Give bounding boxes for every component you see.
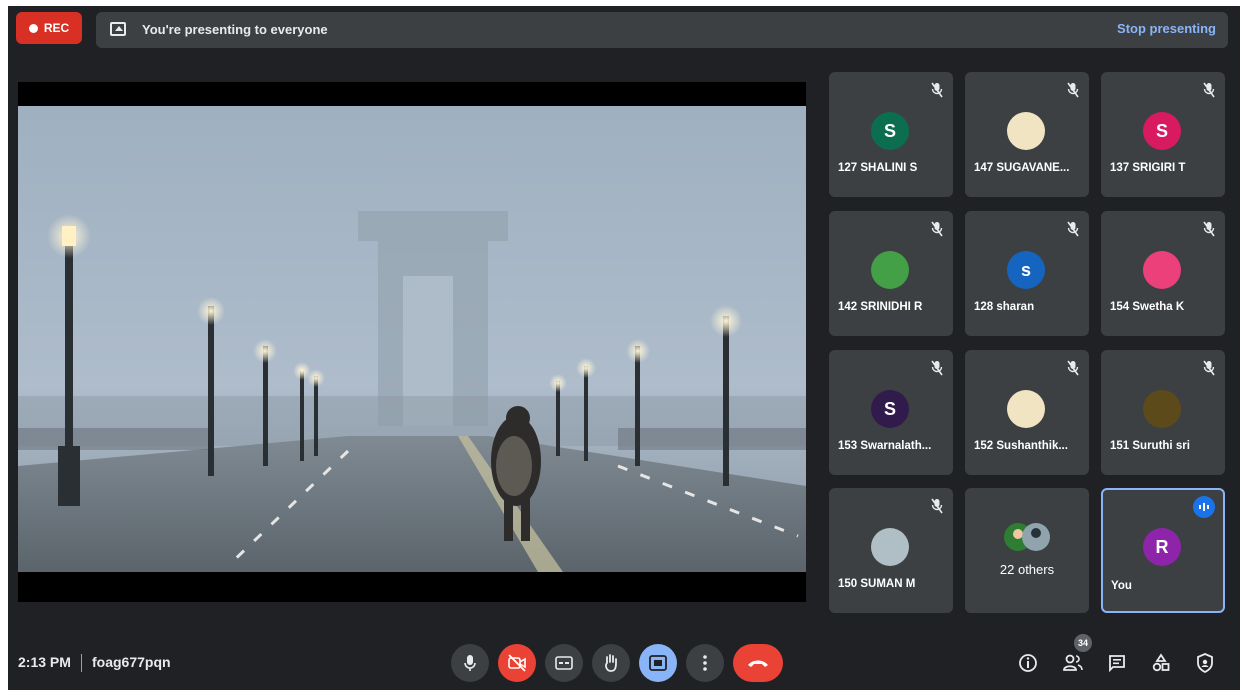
participant-avatar: s bbox=[1007, 251, 1045, 289]
mic-muted-icon bbox=[931, 360, 943, 376]
people-button[interactable] bbox=[1060, 650, 1086, 676]
participant-avatar bbox=[1007, 112, 1045, 150]
participant-name: 142 SRINIDHI R bbox=[838, 301, 923, 313]
participant-avatar bbox=[1143, 251, 1181, 289]
participant-avatar bbox=[871, 528, 909, 566]
participant-count-badge: 34 bbox=[1074, 634, 1092, 652]
participant-avatar bbox=[871, 251, 909, 289]
activities-icon bbox=[1152, 653, 1170, 672]
presenting-text: You're presenting to everyone bbox=[142, 22, 328, 37]
participant-name: 153 Swarnalath... bbox=[838, 440, 932, 452]
mic-muted-icon bbox=[931, 498, 943, 514]
leave-call-button[interactable] bbox=[733, 644, 783, 682]
others-avatars-icon bbox=[1004, 523, 1050, 551]
mic-muted-icon bbox=[1067, 360, 1079, 376]
others-count-label: 22 others bbox=[999, 562, 1055, 577]
participant-tile[interactable]: 150 SUMAN M bbox=[829, 488, 953, 613]
participant-tile[interactable]: 154 Swetha K bbox=[1101, 211, 1225, 336]
more-options-button[interactable] bbox=[686, 644, 724, 682]
self-tile[interactable]: R You bbox=[1101, 488, 1225, 613]
mic-muted-icon bbox=[931, 221, 943, 237]
chat-icon bbox=[1109, 655, 1125, 672]
present-screen-icon bbox=[649, 655, 667, 671]
divider bbox=[81, 654, 82, 672]
participant-name: 128 sharan bbox=[974, 301, 1035, 313]
participant-name: 154 Swetha K bbox=[1110, 301, 1185, 313]
info-icon bbox=[1019, 654, 1037, 672]
microphone-icon bbox=[464, 655, 476, 671]
stop-presenting-button[interactable]: Stop presenting bbox=[1117, 21, 1216, 36]
meeting-code: foag677pqn bbox=[92, 654, 171, 670]
microphone-button[interactable] bbox=[451, 644, 489, 682]
camera-off-button[interactable] bbox=[498, 644, 536, 682]
participant-name: 152 Sushanthik... bbox=[974, 440, 1068, 452]
mic-muted-icon bbox=[1203, 82, 1215, 98]
participant-avatar bbox=[1007, 390, 1045, 428]
chat-button[interactable] bbox=[1104, 650, 1130, 676]
participant-tile[interactable]: 152 Sushanthik... bbox=[965, 350, 1089, 475]
shared-screen-image bbox=[18, 106, 806, 572]
participant-tile[interactable]: S 137 SRIGIRI T bbox=[1101, 72, 1225, 197]
captions-button[interactable] bbox=[545, 644, 583, 682]
meeting-time: 2:13 PM bbox=[18, 654, 71, 670]
mic-muted-icon bbox=[1067, 82, 1079, 98]
presentation-stage bbox=[18, 82, 806, 602]
mic-muted-icon bbox=[1203, 221, 1215, 237]
participant-name: 151 Suruthi sri bbox=[1110, 440, 1190, 452]
rec-dot-icon bbox=[28, 23, 38, 33]
participant-avatar: S bbox=[1143, 112, 1181, 150]
self-name: You bbox=[1111, 580, 1132, 592]
participant-name: 137 SRIGIRI T bbox=[1110, 162, 1186, 174]
participant-name: 147 SUGAVANE... bbox=[974, 162, 1070, 174]
present-now-button[interactable] bbox=[639, 644, 677, 682]
participant-avatar: S bbox=[871, 112, 909, 150]
raise-hand-button[interactable] bbox=[592, 644, 630, 682]
participant-avatar: S bbox=[871, 390, 909, 428]
present-screen-icon bbox=[110, 22, 126, 36]
activities-button[interactable] bbox=[1148, 650, 1174, 676]
participant-tile[interactable]: 151 Suruthi sri bbox=[1101, 350, 1225, 475]
participant-tile[interactable]: S 153 Swarnalath... bbox=[829, 350, 953, 475]
mic-muted-icon bbox=[1067, 221, 1079, 237]
rec-label: REC bbox=[43, 21, 70, 35]
mic-muted-icon bbox=[1203, 360, 1215, 376]
captions-icon bbox=[555, 656, 573, 670]
camera-off-icon bbox=[508, 654, 526, 672]
speaking-indicator-icon bbox=[1193, 496, 1215, 518]
participant-tile[interactable]: s 128 sharan bbox=[965, 211, 1089, 336]
shield-icon bbox=[1197, 653, 1213, 673]
host-controls-button[interactable] bbox=[1192, 650, 1218, 676]
participant-avatar bbox=[1143, 390, 1181, 428]
presenting-banner: You're presenting to everyone Stop prese… bbox=[96, 12, 1228, 48]
others-tile[interactable]: 22 others bbox=[965, 488, 1089, 613]
participant-name: 127 SHALINI S bbox=[838, 162, 918, 174]
self-avatar: R bbox=[1143, 528, 1181, 566]
more-vertical-icon bbox=[703, 655, 707, 671]
raise-hand-icon bbox=[605, 654, 617, 672]
participant-tile[interactable]: S 127 SHALINI S bbox=[829, 72, 953, 197]
recording-indicator: REC bbox=[16, 12, 82, 44]
people-icon bbox=[1063, 654, 1083, 671]
participant-tile[interactable]: 147 SUGAVANE... bbox=[965, 72, 1089, 197]
participant-tile[interactable]: 142 SRINIDHI R bbox=[829, 211, 953, 336]
meeting-details-button[interactable] bbox=[1015, 650, 1041, 676]
mic-muted-icon bbox=[931, 82, 943, 98]
participant-name: 150 SUMAN M bbox=[838, 578, 916, 590]
meet-window: REC You're presenting to everyone Stop p… bbox=[8, 6, 1240, 690]
hang-up-icon bbox=[748, 660, 768, 667]
